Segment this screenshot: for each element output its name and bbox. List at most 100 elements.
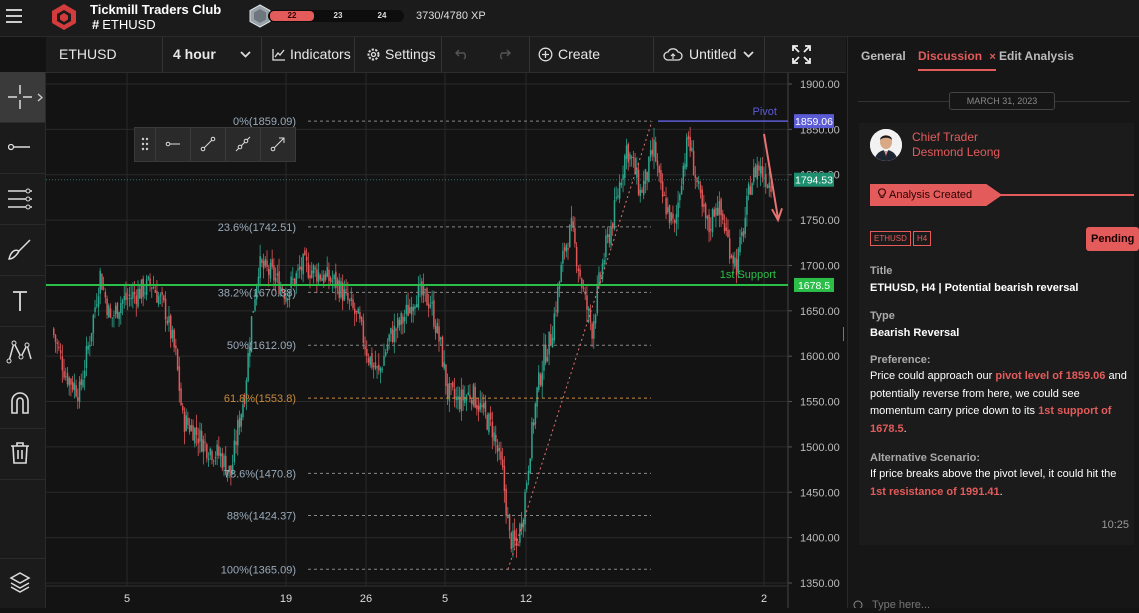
candle: [354, 308, 356, 315]
candle: [300, 266, 303, 271]
candle: [704, 203, 707, 218]
candle: [598, 272, 600, 285]
magnet-tool[interactable]: [0, 378, 45, 429]
brush-tool[interactable]: [0, 225, 45, 276]
candle: [374, 362, 377, 369]
candle: [120, 303, 122, 314]
candle: [135, 295, 138, 305]
candle: [290, 276, 292, 288]
pattern-tool[interactable]: [0, 327, 45, 378]
candle: [519, 523, 521, 543]
candle: [192, 425, 194, 441]
layers-tool[interactable]: [0, 558, 45, 609]
menu-icon[interactable]: [6, 9, 22, 23]
candle: [462, 389, 464, 401]
candle: [728, 238, 731, 260]
candle: [501, 459, 504, 468]
candle: [219, 453, 222, 457]
candle: [716, 207, 719, 216]
avatar[interactable]: [870, 129, 902, 161]
delete-tool[interactable]: [0, 429, 45, 480]
tab-discussion[interactable]: Discussion ×: [918, 49, 996, 71]
candle: [357, 308, 359, 314]
candle: [766, 185, 769, 188]
candle: [381, 368, 384, 370]
extended-line-button[interactable]: [226, 128, 261, 161]
text-tool[interactable]: [0, 276, 45, 327]
candle: [157, 296, 160, 305]
author-role[interactable]: Chief Trader: [912, 130, 978, 144]
candle: [85, 346, 88, 369]
candle: [407, 304, 409, 317]
candle: [427, 303, 430, 309]
candle: [295, 273, 298, 284]
candle: [450, 383, 452, 385]
candle: [321, 277, 323, 282]
fullscreen-button[interactable]: [765, 37, 846, 72]
candle: [415, 304, 418, 308]
indicators-button[interactable]: Indicators: [262, 37, 355, 72]
candle: [58, 346, 60, 348]
line-tool[interactable]: [0, 123, 45, 174]
candle: [660, 170, 662, 184]
fib-label: 38.2%(1670.38): [218, 287, 296, 299]
arrow-line-icon: [270, 137, 285, 152]
drag-handle[interactable]: [135, 128, 156, 161]
candle: [605, 235, 607, 257]
candle: [383, 355, 385, 366]
horizontal-lines-tool[interactable]: [0, 174, 45, 225]
tab-general[interactable]: General: [861, 49, 906, 63]
candle: [622, 174, 624, 180]
candle: [500, 451, 502, 460]
arrow-line-button[interactable]: [261, 128, 295, 161]
candle: [718, 200, 721, 215]
candle: [534, 403, 537, 425]
candle: [340, 281, 342, 298]
candle: [594, 314, 597, 324]
candle: [113, 314, 115, 316]
candle: [551, 337, 554, 348]
candle: [99, 270, 101, 294]
message-composer[interactable]: Type here...: [848, 595, 1139, 611]
author-name[interactable]: Desmond Leong: [912, 145, 1000, 159]
crosshair-tool[interactable]: [0, 72, 45, 123]
chart-toolbar: ETHUSD 4 hour Indicators Settings Create…: [46, 37, 846, 97]
candle: [555, 310, 557, 312]
layout-select[interactable]: Untitled: [654, 37, 765, 72]
candle: [722, 213, 724, 220]
extended-line-icon: [235, 136, 251, 152]
tab-edit-analysis[interactable]: Edit Analysis: [999, 49, 1074, 63]
candle: [477, 405, 480, 412]
crosshair-icon: [8, 85, 32, 109]
attach-icon[interactable]: [853, 600, 863, 608]
candle: [421, 281, 423, 296]
candle: [271, 259, 273, 267]
candle: [765, 174, 767, 187]
candle: [692, 150, 695, 176]
trend-line-button[interactable]: [191, 128, 226, 161]
redo-button[interactable]: [479, 37, 530, 72]
interval-select[interactable]: 4 hour: [163, 37, 262, 72]
candle: [355, 310, 358, 312]
create-analysis-button[interactable]: Create Analysis: [529, 37, 654, 97]
candle: [648, 156, 650, 182]
candle: [309, 275, 311, 279]
settings-button[interactable]: Settings: [355, 37, 442, 72]
symbol-button[interactable]: ETHUSD: [46, 37, 163, 72]
candle: [348, 299, 351, 301]
fib-label: 78.6%(1470.8): [224, 468, 296, 480]
candle: [436, 322, 439, 334]
candle: [59, 350, 62, 354]
chart-area[interactable]: 1900.001850.001800.001750.001700.001650.…: [46, 73, 846, 608]
ray-line-button[interactable]: [156, 128, 191, 161]
close-icon[interactable]: ×: [989, 51, 995, 63]
candle: [123, 296, 126, 301]
candle: [673, 220, 676, 223]
candle: [560, 264, 562, 283]
undo-button[interactable]: [442, 37, 479, 72]
candle: [698, 181, 700, 185]
candle: [159, 295, 162, 297]
cloud-upload-icon: [663, 48, 683, 61]
candle: [710, 229, 712, 231]
candle: [431, 302, 433, 304]
